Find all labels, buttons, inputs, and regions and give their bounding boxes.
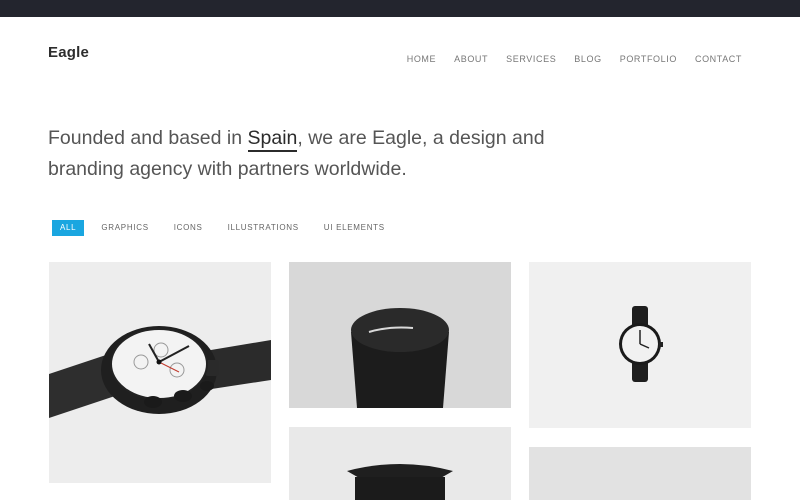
filter-graphics[interactable]: GRAPHICS [101,220,148,236]
nav-contact[interactable]: CONTACT [695,54,742,64]
filter-illustrations[interactable]: ILLUSTRATIONS [228,220,299,236]
nav-about[interactable]: ABOUT [454,54,488,64]
main-nav: HOME ABOUT SERVICES BLOG PORTFOLIO CONTA… [407,54,742,64]
filter-all[interactable]: ALL [52,220,85,236]
hero-highlight-link[interactable]: Spain [247,127,298,152]
speaker-cap-image [351,308,449,408]
portfolio-item-chronograph-watch[interactable] [49,262,271,483]
minimal-watch-image [619,306,663,382]
nav-home[interactable]: HOME [407,54,436,64]
chronograph-watch-image [49,326,271,418]
portfolio-item-minimal-wristwatch[interactable] [529,262,751,428]
portfolio-item-black-lamp-base[interactable] [289,427,511,500]
portfolio-item-black-speaker-cap[interactable] [289,262,511,408]
nav-services[interactable]: SERVICES [506,54,556,64]
filter-ui-elements[interactable]: UI ELEMENTS [324,220,385,236]
portfolio-item-gray-tile[interactable] [529,447,751,500]
hero-statement: Founded and based in Spain, we are Eagle… [48,123,568,185]
top-bar [0,0,800,17]
nav-portfolio[interactable]: PORTFOLIO [620,54,677,64]
lamp-base-image [347,464,453,500]
nav-blog[interactable]: BLOG [574,54,601,64]
filter-icons[interactable]: ICONS [174,220,203,236]
portfolio-filters: ALL GRAPHICS ICONS ILLUSTRATIONS UI ELEM… [52,220,410,236]
brand-logo[interactable]: Eagle [48,44,89,61]
hero-text-before: Founded and based in [48,127,248,149]
